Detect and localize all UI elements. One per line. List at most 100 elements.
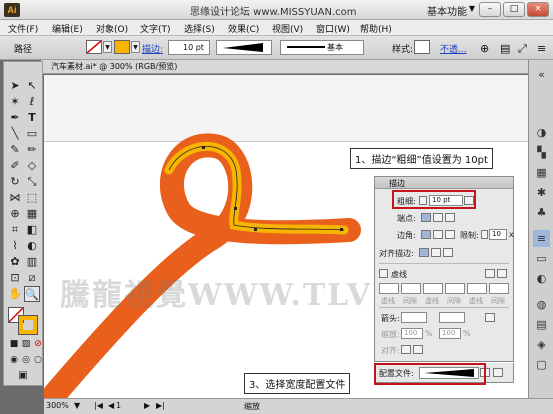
- globe-icon[interactable]: ⊕: [480, 42, 489, 55]
- flip-along-button[interactable]: [493, 368, 503, 377]
- fill-swatch[interactable]: [86, 40, 102, 54]
- menu-file[interactable]: 文件(F): [8, 22, 38, 35]
- blob-brush-icon[interactable]: ✐: [7, 158, 23, 174]
- stroke-panel-icon[interactable]: ≡: [533, 230, 550, 247]
- direct-selection-tool-icon[interactable]: ↖: [24, 78, 40, 94]
- anchor-point[interactable]: [254, 228, 257, 231]
- stroke-label-link[interactable]: 描边:: [142, 42, 163, 55]
- scale-tool-icon[interactable]: ⤡: [24, 174, 40, 190]
- artboards-icon[interactable]: ▢: [533, 356, 550, 373]
- variable-width-profile[interactable]: [216, 40, 272, 55]
- layers-icon[interactable]: ◈: [533, 336, 550, 353]
- selection-tool-icon[interactable]: ➤: [7, 78, 23, 94]
- last-page-icon[interactable]: ▶|: [156, 401, 165, 410]
- menu-effect[interactable]: 效果(C): [228, 22, 259, 35]
- align-icon[interactable]: ▤: [500, 42, 510, 55]
- paintbrush-icon[interactable]: ✎: [7, 142, 23, 158]
- symbol-sprayer-icon[interactable]: ✿: [7, 254, 23, 270]
- dash-input[interactable]: [423, 283, 443, 294]
- stroke-swatch[interactable]: [114, 40, 130, 54]
- screen-mode-icon[interactable]: ▣: [15, 368, 31, 384]
- graphic-styles-icon[interactable]: ▤: [533, 316, 550, 333]
- chevron-down-icon[interactable]: ▼: [469, 4, 475, 13]
- next-page-icon[interactable]: ▶: [144, 401, 150, 410]
- menu-help[interactable]: 帮助(H): [360, 22, 392, 35]
- miter-join-button[interactable]: [421, 230, 431, 239]
- swap-arrowheads-button[interactable]: [485, 313, 495, 322]
- dashed-checkbox[interactable]: [379, 269, 388, 278]
- round-join-button[interactable]: [433, 230, 443, 239]
- swatches-icon[interactable]: ▦: [533, 164, 550, 181]
- anchor-point[interactable]: [234, 207, 237, 210]
- gap-input[interactable]: [445, 283, 465, 294]
- pen-tool-icon[interactable]: ✒: [7, 110, 23, 126]
- minimize-button[interactable]: –: [479, 2, 501, 17]
- stroke-dropdown[interactable]: ▼: [131, 41, 140, 53]
- appearance-icon[interactable]: ◍: [533, 296, 550, 313]
- line-tool-icon[interactable]: ╲: [7, 126, 23, 142]
- guide-panel-icon[interactable]: ▚: [533, 144, 550, 161]
- page-number[interactable]: 1: [116, 401, 121, 410]
- arrow-place-button[interactable]: [413, 345, 423, 354]
- prev-page-icon[interactable]: ◀: [108, 401, 114, 410]
- free-transform-icon[interactable]: ⬚: [24, 190, 40, 206]
- maximize-button[interactable]: □: [503, 2, 525, 17]
- opacity-link[interactable]: 不透...: [440, 42, 467, 55]
- brush-definition[interactable]: 基本: [280, 40, 364, 55]
- rotate-tool-icon[interactable]: ↻: [7, 174, 23, 190]
- stroke-weight-field[interactable]: 10 pt: [168, 40, 210, 55]
- perspective-grid-icon[interactable]: ▦: [24, 206, 40, 222]
- menu-edit[interactable]: 编辑(E): [52, 22, 83, 35]
- transform-icon[interactable]: ⤢: [518, 42, 527, 56]
- artboard-tool-icon[interactable]: ⊡: [7, 270, 23, 286]
- end-arrowhead-select[interactable]: [439, 312, 465, 323]
- butt-cap-button[interactable]: [421, 213, 431, 222]
- align-center-button[interactable]: [419, 248, 429, 257]
- menu-view[interactable]: 视图(V): [272, 22, 303, 35]
- bevel-join-button[interactable]: [445, 230, 455, 239]
- limit-stepper[interactable]: [481, 230, 488, 239]
- graph-tool-icon[interactable]: ▥: [24, 254, 40, 270]
- arrow-tip-button[interactable]: [401, 345, 411, 354]
- menu-type[interactable]: 文字(T): [140, 22, 171, 35]
- document-tab[interactable]: 汽车素材.ai* @ 300% (RGB/预览): [41, 60, 528, 74]
- start-scale-input[interactable]: 100: [401, 328, 423, 339]
- gradient-panel-icon[interactable]: ▭: [533, 250, 550, 267]
- dash-input[interactable]: [379, 283, 399, 294]
- end-scale-input[interactable]: 100: [439, 328, 461, 339]
- chevron-down-icon[interactable]: ▼: [74, 401, 80, 410]
- menu-object[interactable]: 对象(O): [96, 22, 128, 35]
- slice-tool-icon[interactable]: ⧄: [24, 270, 40, 286]
- blend-tool-icon[interactable]: ◐: [24, 238, 40, 254]
- align-outside-button[interactable]: [443, 248, 453, 257]
- first-page-icon[interactable]: |◀: [94, 401, 103, 410]
- brushes-icon[interactable]: ✱: [533, 184, 550, 201]
- close-button[interactable]: ×: [527, 2, 549, 17]
- magic-wand-icon[interactable]: ✶: [7, 94, 23, 110]
- gradient-tool-icon[interactable]: ◧: [24, 222, 40, 238]
- gap-input[interactable]: [489, 283, 509, 294]
- dash-align-button[interactable]: [485, 269, 495, 278]
- dash-align-corners-button[interactable]: [497, 269, 507, 278]
- hand-tool-icon[interactable]: ✋: [7, 286, 23, 302]
- collapse-dock-icon[interactable]: «: [533, 66, 550, 83]
- lasso-tool-icon[interactable]: ℓ: [24, 94, 40, 110]
- align-inside-button[interactable]: [431, 248, 441, 257]
- rectangle-tool-icon[interactable]: ▭: [24, 126, 40, 142]
- width-tool-icon[interactable]: ⋈: [7, 190, 23, 206]
- anchor-point[interactable]: [202, 146, 205, 149]
- shape-builder-icon[interactable]: ⊕: [7, 206, 23, 222]
- stroke-color-box[interactable]: [18, 315, 38, 335]
- dash-input[interactable]: [467, 283, 487, 294]
- workspace-switcher[interactable]: 基本功能: [427, 3, 467, 18]
- panel-menu-icon[interactable]: ≡: [537, 42, 546, 55]
- eraser-tool-icon[interactable]: ◇: [24, 158, 40, 174]
- type-tool-icon[interactable]: T: [24, 110, 40, 126]
- fill-dropdown[interactable]: ▼: [103, 41, 112, 53]
- pencil-tool-icon[interactable]: ✏: [24, 142, 40, 158]
- style-swatch[interactable]: [414, 40, 430, 54]
- stroke-panel-header[interactable]: 描边: [375, 177, 513, 189]
- limit-input[interactable]: 10: [489, 229, 507, 240]
- projecting-cap-button[interactable]: [445, 213, 455, 222]
- start-arrowhead-select[interactable]: [401, 312, 427, 323]
